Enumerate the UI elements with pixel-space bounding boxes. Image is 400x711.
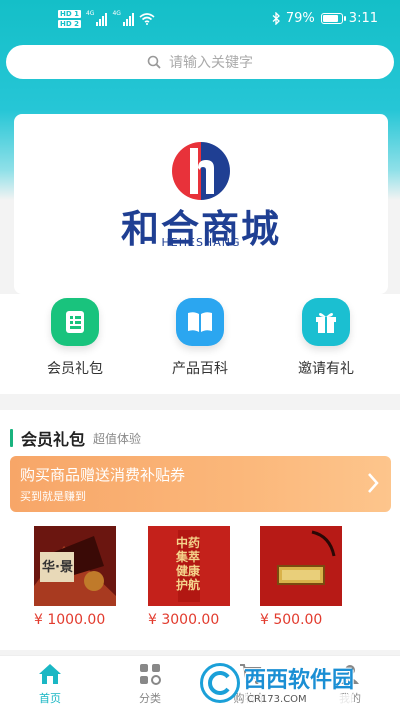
tab-label: 分类 xyxy=(139,692,161,705)
signal-2-icon xyxy=(122,12,134,26)
watermark-text: 西西软件园 CR173.COM xyxy=(244,662,355,705)
product-price: ¥ 1000.00 xyxy=(34,612,106,628)
status-bar: HD 1 HD 2 4G 4G 79% 3:11 xyxy=(0,0,400,44)
section-subtitle: 超值体验 xyxy=(93,431,142,446)
product-image-text: 中药集萃 健康护航 xyxy=(176,536,201,592)
status-left: HD 1 HD 2 4G 4G xyxy=(58,10,155,28)
watermark-url: CR173.COM xyxy=(244,693,355,705)
promo-banner[interactable]: 购买商品赠送消费补贴券 买到就是赚到 xyxy=(10,456,391,512)
product-card[interactable]: ¥ 500.00 xyxy=(260,526,342,628)
watermark-logo-icon xyxy=(200,663,240,703)
product-image: 华·景 xyxy=(34,526,116,606)
clock: 3:11 xyxy=(348,11,378,26)
quick-nav: 会员礼包 产品百科 邀请有礼 xyxy=(0,294,400,394)
battery-percent: 79% xyxy=(285,11,315,26)
quick-nav-label: 产品百科 xyxy=(172,361,228,377)
tab-label: 首页 xyxy=(39,692,61,705)
promo-title: 购买商品赠送消费补贴券 xyxy=(20,466,186,484)
gift-icon xyxy=(302,298,350,346)
quick-nav-member-gift[interactable]: 会员礼包 xyxy=(25,298,125,378)
quick-nav-product-wiki[interactable]: 产品百科 xyxy=(150,298,250,378)
section-accent-bar xyxy=(10,429,13,447)
document-icon xyxy=(51,298,99,346)
product-card[interactable]: 中药集萃 健康护航 ¥ 3000.00 xyxy=(148,526,230,628)
quick-nav-label: 会员礼包 xyxy=(47,361,103,377)
search-icon xyxy=(147,55,161,69)
book-icon xyxy=(176,298,224,346)
product-price: ¥ 3000.00 xyxy=(148,612,220,628)
product-image: 中药集萃 健康护航 xyxy=(148,526,230,606)
promo-subtitle: 买到就是赚到 xyxy=(20,490,86,503)
wifi-icon xyxy=(139,13,155,25)
product-list: 华·景 ¥ 1000.00 中药集萃 健康护航 ¥ 3000.00 ¥ 500.… xyxy=(18,512,382,642)
quick-nav-invite[interactable]: 邀请有礼 xyxy=(276,298,376,378)
product-image-text: 华·景 xyxy=(42,560,73,575)
watermark: 西西软件园 CR173.COM xyxy=(200,660,390,706)
watermark-brand: 西西软件园 xyxy=(244,667,355,693)
hd-top-label: HD 1 xyxy=(58,10,81,18)
product-price: ¥ 500.00 xyxy=(260,612,323,628)
hd-indicator: HD 1 HD 2 xyxy=(58,10,81,28)
product-card[interactable]: 华·景 ¥ 1000.00 xyxy=(34,526,116,628)
brand-logo-icon xyxy=(172,142,230,200)
member-gift-section: 会员礼包 超值体验 购买商品赠送消费补贴券 买到就是赚到 华·景 ¥ 1000.… xyxy=(0,410,400,650)
signal-label-1: 4G xyxy=(85,10,95,17)
section-header: 会员礼包 超值体验 xyxy=(10,426,141,450)
chevron-right-icon xyxy=(368,473,379,493)
tab-category[interactable]: 分类 xyxy=(120,662,180,706)
brand-subtitle: HEHESHANG xyxy=(161,236,241,249)
bluetooth-icon xyxy=(272,12,280,25)
signal-label-2: 4G xyxy=(112,10,121,17)
battery-icon xyxy=(320,13,346,24)
signal-1-icon xyxy=(96,12,108,26)
hd-bottom-label: HD 2 xyxy=(58,20,81,28)
search-input[interactable]: 请输入关键字 xyxy=(6,45,394,79)
home-icon xyxy=(20,662,80,686)
section-title: 会员礼包 xyxy=(21,430,86,449)
tab-home[interactable]: 首页 xyxy=(20,662,80,706)
product-image xyxy=(260,526,342,606)
quick-nav-label: 邀请有礼 xyxy=(298,361,354,377)
category-icon xyxy=(120,662,180,686)
search-placeholder: 请输入关键字 xyxy=(169,55,253,71)
brand-banner[interactable]: 和合商城 HEHESHANG xyxy=(14,114,388,294)
status-right: 79% 3:11 xyxy=(272,11,378,26)
